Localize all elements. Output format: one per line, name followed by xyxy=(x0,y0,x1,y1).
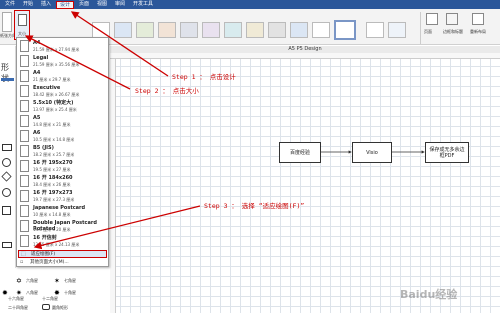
annotation-arrows xyxy=(24,11,201,250)
step3-note: Step 3 ： 选择 “适应绘图(F)” xyxy=(204,202,305,210)
step1-note: Step 1 ： 点击设计 xyxy=(172,73,236,81)
step2-note: Step 2 ： 点击大小 xyxy=(135,87,199,95)
watermark-logo: Baidu经验 xyxy=(400,288,458,301)
